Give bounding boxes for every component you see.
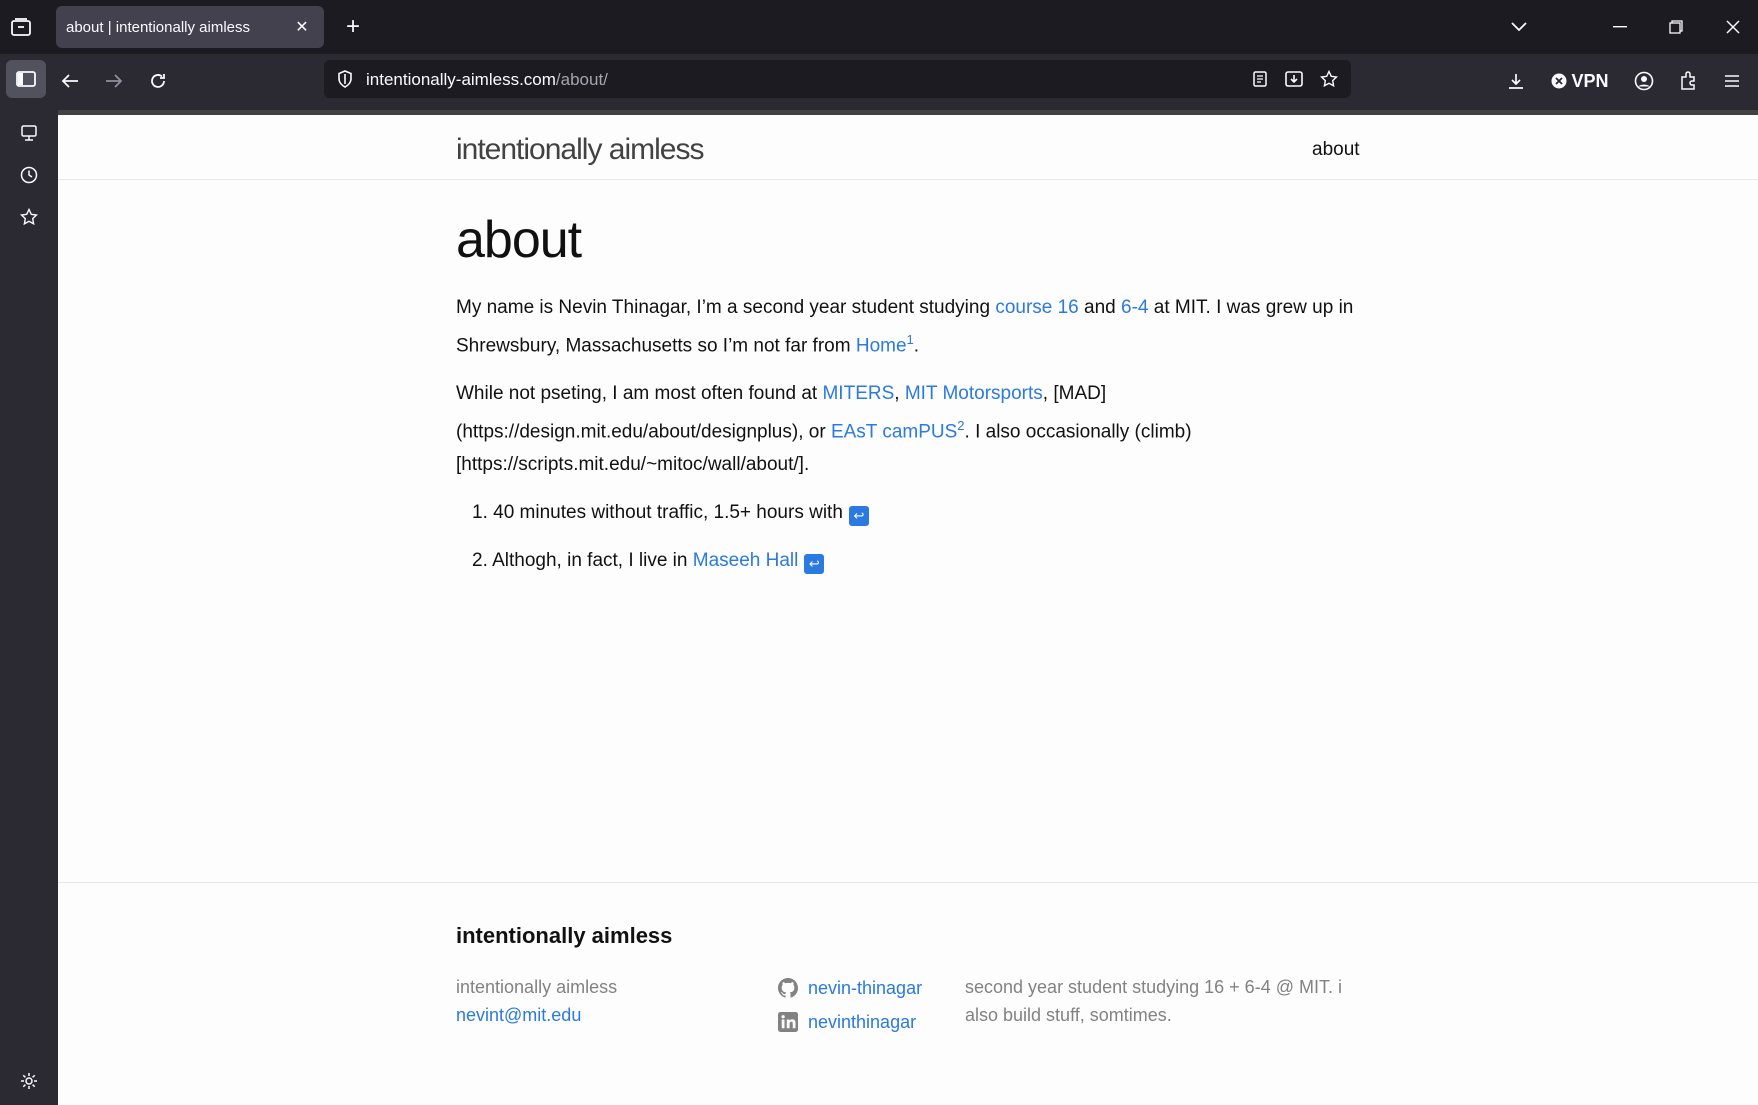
site-footer: intentionally aimless intentionally aiml…	[58, 882, 1758, 1105]
footnote-number: 2.	[472, 549, 488, 571]
vpn-off-icon	[1551, 73, 1567, 89]
footnote-backref-icon[interactable]: ↩	[804, 553, 825, 574]
downloads-icon[interactable]	[1502, 68, 1530, 94]
mit-motorsports-link[interactable]: MIT Motorsports	[905, 383, 1043, 404]
footnote-backref-icon[interactable]: ↩	[848, 505, 869, 526]
list-all-tabs-icon[interactable]	[1506, 14, 1532, 40]
github-row: nevin-thinagar	[778, 971, 922, 1005]
reload-icon[interactable]	[144, 68, 172, 94]
vpn-button[interactable]: VPN	[1548, 68, 1612, 94]
footnote-item-1: 1. 40 minutes without traffic, 1.5+ hour…	[456, 497, 1366, 529]
minimize-icon[interactable]	[1607, 14, 1633, 40]
course16-link[interactable]: course 16	[995, 297, 1078, 318]
reader-view-icon[interactable]	[1249, 69, 1271, 89]
site-title-link[interactable]: intentionally aimless	[456, 133, 704, 167]
home-link[interactable]: Home	[856, 335, 907, 356]
navigation-toolbar: intentionally-aimless.com/about/ VPN	[0, 54, 1758, 110]
account-icon[interactable]	[1630, 68, 1658, 94]
url-bar[interactable]: intentionally-aimless.com/about/	[324, 60, 1351, 98]
nav-about-link[interactable]: about	[1312, 139, 1360, 161]
footnote-text: Althogh, in fact, I live in	[492, 549, 693, 571]
east-campus-link[interactable]: EAsT camPUS	[831, 422, 957, 443]
tab-title: about | intentionally aimless	[66, 18, 250, 36]
footnote-ref-1[interactable]: 1	[907, 332, 914, 347]
url-path: /about/	[555, 70, 608, 89]
miters-link[interactable]: MITERS	[822, 383, 894, 404]
linkedin-row: nevinthinagar	[778, 1005, 922, 1039]
intro-paragraph: My name is Nevin Thinagar, I’m a second …	[456, 292, 1366, 362]
footer-social: nevin-thinagar nevinthinagar	[778, 971, 922, 1039]
sidebar-icon	[16, 71, 36, 87]
url-host: intentionally-aimless.com	[366, 70, 556, 89]
footnote-number: 1.	[472, 501, 488, 523]
tab-bar: about | intentionally aimless ✕ +	[0, 0, 1758, 54]
web-page: intentionally aimless about about My nam…	[58, 110, 1758, 1105]
bookmark-star-icon[interactable]	[1318, 69, 1340, 89]
sidebar-toggle-button[interactable]	[6, 60, 46, 98]
maseeh-hall-link[interactable]: Maseeh Hall	[693, 550, 799, 571]
footer-contact: intentionally aimless nevint@mit.edu	[456, 973, 617, 1029]
bookmarks-icon[interactable]	[16, 204, 42, 230]
email-link[interactable]: nevint@mit.edu	[456, 1005, 581, 1025]
synced-tabs-icon[interactable]	[16, 120, 42, 146]
course-6-4-link[interactable]: 6-4	[1121, 297, 1148, 318]
footnote-ref-2[interactable]: 2	[957, 418, 964, 433]
linkedin-link[interactable]: nevinthinagar	[808, 1012, 916, 1033]
intro-text-2: and	[1078, 297, 1122, 318]
forward-icon[interactable]	[100, 68, 128, 94]
post-content: about My name is Nevin Thinagar, I’m a s…	[456, 210, 1366, 593]
active-tab[interactable]: about | intentionally aimless ✕	[56, 6, 324, 48]
site-header: intentionally aimless about	[58, 110, 1758, 180]
url-text: intentionally-aimless.com/about/	[366, 70, 608, 90]
linkedin-icon	[778, 1012, 798, 1032]
save-to-pocket-icon[interactable]	[1283, 69, 1305, 89]
github-link[interactable]: nevin-thinagar	[808, 978, 922, 999]
browser-sidebar	[0, 110, 58, 1105]
settings-gear-icon[interactable]	[16, 1068, 42, 1094]
github-icon	[778, 978, 798, 998]
vpn-label: VPN	[1571, 70, 1609, 91]
footer-name: intentionally aimless	[456, 977, 618, 997]
footer-heading: intentionally aimless	[456, 923, 673, 948]
new-tab-icon[interactable]: +	[340, 13, 366, 40]
extensions-icon[interactable]	[1674, 68, 1702, 94]
back-icon[interactable]	[56, 68, 84, 94]
footnotes-list: 1. 40 minutes without traffic, 1.5+ hour…	[456, 497, 1366, 577]
page-title: about	[456, 211, 582, 269]
history-icon[interactable]	[16, 162, 42, 188]
close-tab-icon[interactable]: ✕	[292, 17, 312, 37]
footnote-text: 40 minutes without traffic, 1.5+ hours w…	[493, 501, 843, 523]
footnote-item-2: 2. Althogh, in fact, I live in Maseeh Ha…	[456, 545, 1366, 577]
footer-description: second year student studying 16 + 6-4 @ …	[965, 977, 1342, 1025]
app-menu-icon[interactable]	[1718, 68, 1746, 94]
activities-text-2: ,	[894, 383, 905, 405]
firefox-view-icon[interactable]	[8, 14, 34, 40]
intro-text-1: My name is Nevin Thinagar, I’m a second …	[456, 297, 996, 318]
intro-text-4: .	[913, 335, 920, 357]
close-window-icon[interactable]	[1720, 14, 1746, 40]
activities-text-1: While not pseting, I am most often found…	[456, 383, 823, 405]
restore-icon[interactable]	[1663, 14, 1689, 40]
shield-icon[interactable]	[334, 69, 356, 89]
activities-paragraph: While not pseting, I am most often found…	[456, 378, 1366, 480]
